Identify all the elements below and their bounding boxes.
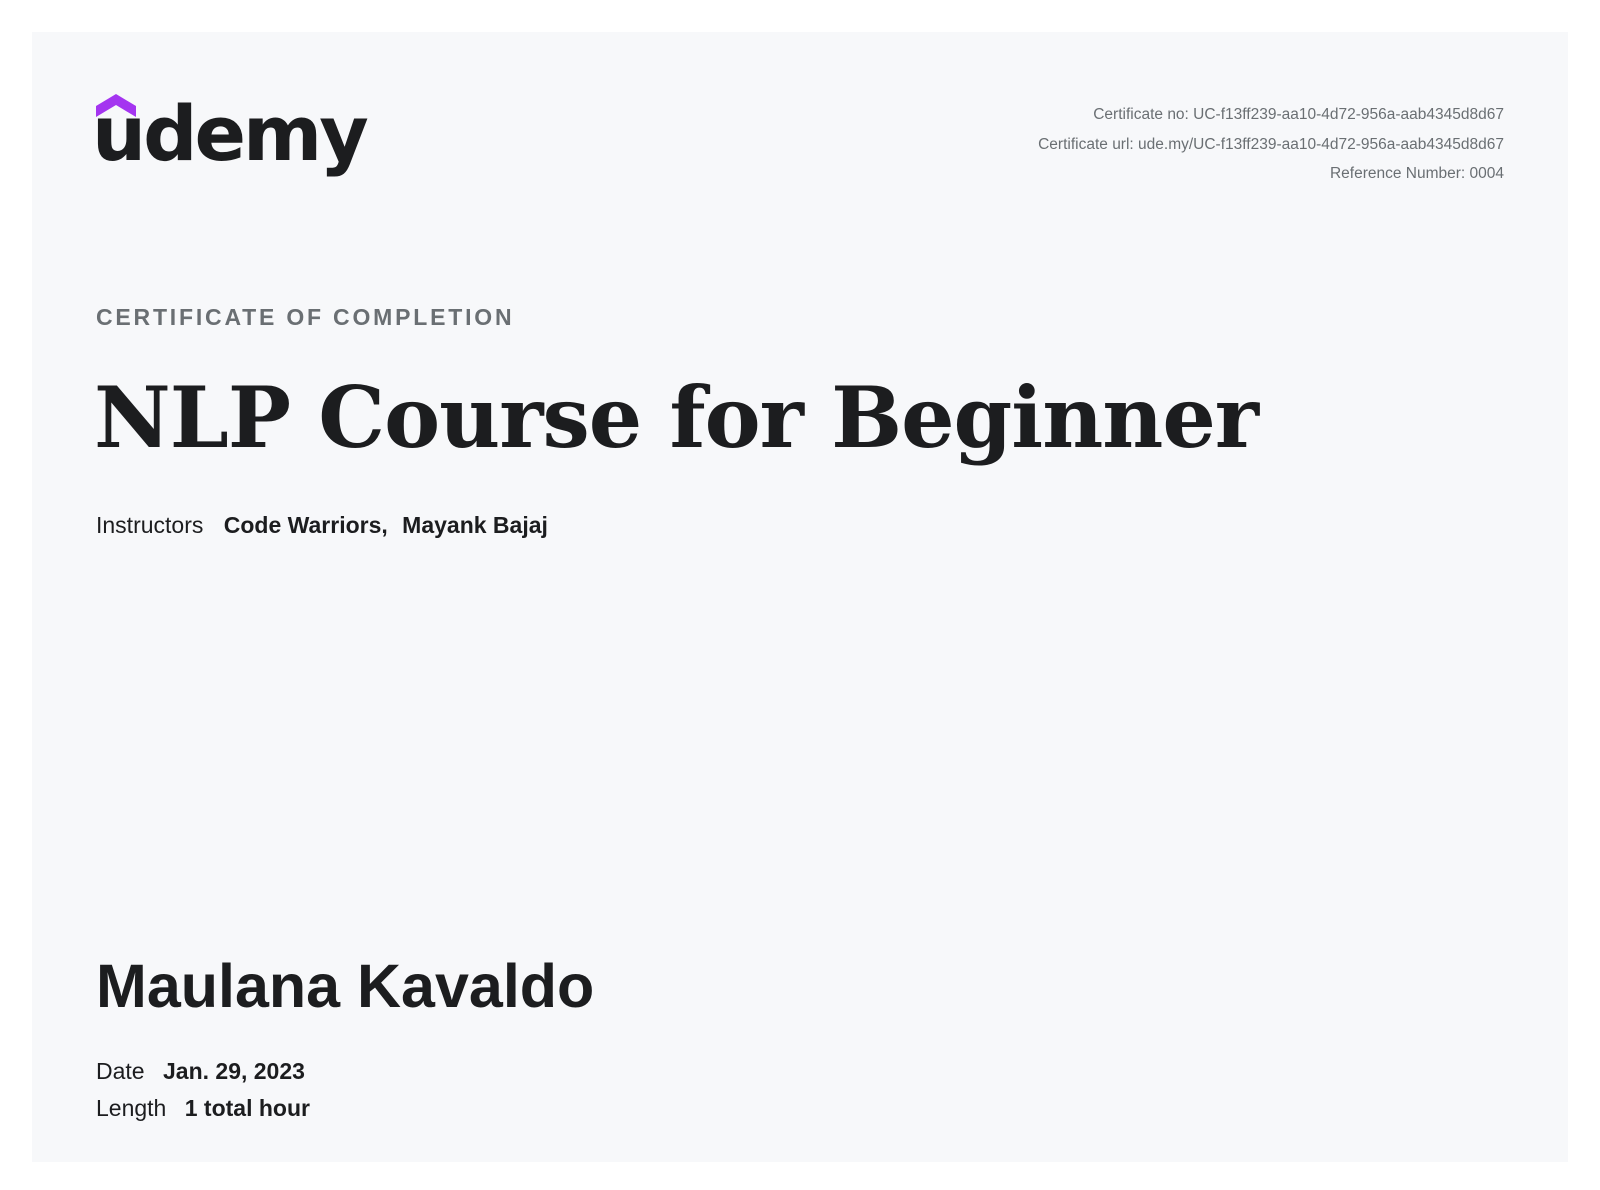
- certificate-url: Certificate url: ude.my/UC-f13ff239-aa10…: [1038, 135, 1504, 153]
- certificate-meta: Certificate no: UC-f13ff239-aa10-4d72-95…: [1038, 100, 1504, 189]
- length-row: Length 1 total hour: [96, 1095, 310, 1122]
- length-label: Length: [96, 1095, 167, 1121]
- date-value: Jan. 29, 2023: [162, 1058, 305, 1084]
- recipient-name: Maulana Kavaldo: [96, 952, 595, 1020]
- logo-wordmark: udemy: [92, 89, 369, 178]
- reference-number: Reference Number: 0004: [1329, 165, 1504, 182]
- udemy-logo: udemy: [92, 94, 369, 194]
- date-row: Date Jan. 29, 2023: [96, 1058, 305, 1085]
- certificate-heading: CERTIFICATE OF COMPLETION: [96, 304, 515, 330]
- instructors-label: Instructors: [96, 512, 204, 538]
- date-label: Date: [96, 1058, 145, 1084]
- instructors-row: Instructors Code Warriors, Mayank Bajaj: [96, 512, 548, 539]
- course-title: NLP Course for Beginner: [94, 368, 1259, 467]
- certificate: udemy Certificate no: UC-f13ff239-aa10-4…: [32, 32, 1568, 1162]
- length-value: 1 total hour: [184, 1095, 310, 1121]
- instructor-name: Code Warriors,: [223, 512, 388, 538]
- instructor-name: Mayank Bajaj: [402, 512, 548, 538]
- certificate-number: Certificate no: UC-f13ff239-aa10-4d72-95…: [1093, 106, 1504, 123]
